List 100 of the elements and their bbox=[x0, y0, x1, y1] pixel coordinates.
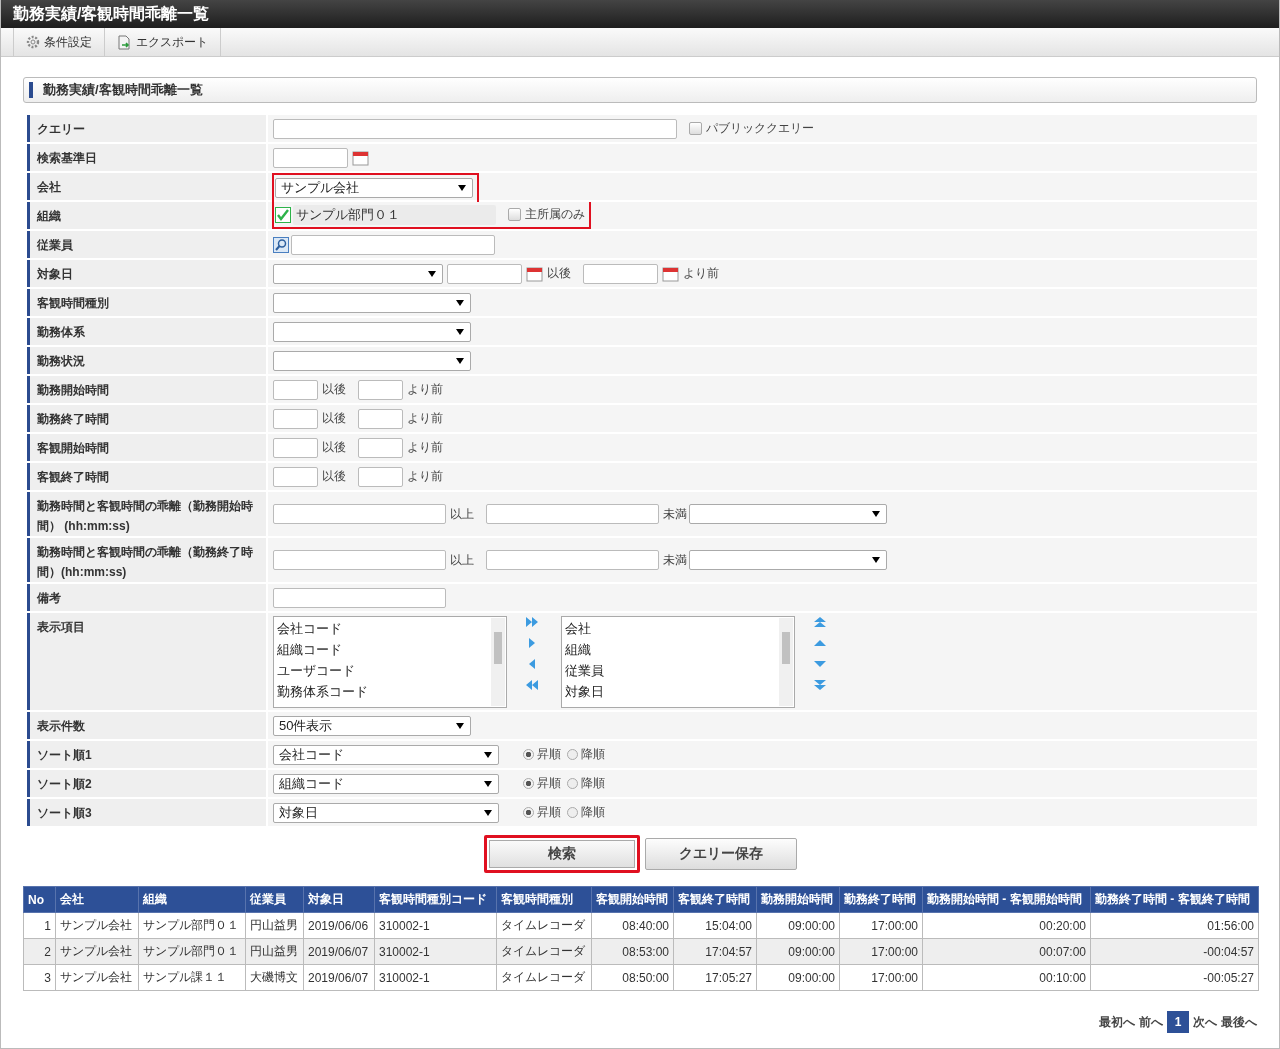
radio-button[interactable] bbox=[567, 778, 578, 789]
pagination-link[interactable]: 最後へ bbox=[1221, 1013, 1257, 1031]
list-item[interactable]: 勤務体系コード bbox=[277, 681, 490, 702]
table-cell: 08:40:00 bbox=[591, 912, 674, 939]
calendar-icon[interactable] bbox=[526, 265, 543, 282]
range-label: 以後 bbox=[322, 381, 346, 398]
time-field[interactable] bbox=[273, 466, 318, 487]
date-field[interactable] bbox=[447, 263, 522, 284]
action-button[interactable]: クエリー保存 bbox=[644, 838, 797, 870]
radio-button[interactable] bbox=[523, 749, 534, 760]
page-number[interactable]: 1 bbox=[1167, 1011, 1189, 1033]
time-field[interactable] bbox=[273, 408, 318, 429]
table-cell: 09:00:00 bbox=[756, 938, 840, 965]
column-header: 会社 bbox=[55, 886, 139, 913]
list-item[interactable]: 従業員 bbox=[565, 660, 778, 681]
organization-field: サンプル部門０１ bbox=[293, 204, 496, 225]
double-up-arrow-icon[interactable] bbox=[813, 616, 827, 628]
dropdown[interactable]: サンプル会社 bbox=[275, 177, 473, 198]
column-header: 組織 bbox=[138, 886, 246, 913]
checkbox[interactable] bbox=[275, 206, 291, 223]
radio-label: 降順 bbox=[581, 775, 605, 792]
field-label: クエリー bbox=[37, 121, 86, 138]
dropdown[interactable]: 50件表示 bbox=[273, 715, 471, 736]
toolbar-button[interactable]: 条件設定 bbox=[13, 28, 104, 56]
table-cell: サンプル会社 bbox=[55, 964, 139, 991]
table-cell: 円山益男 bbox=[245, 912, 304, 939]
list-item[interactable]: 会社 bbox=[565, 618, 778, 639]
radio-button[interactable] bbox=[523, 807, 534, 818]
list-box[interactable]: 会社コード 組織コード ユーザコード 勤務体系コード bbox=[273, 616, 507, 708]
pagination-link[interactable]: 最初へ bbox=[1099, 1013, 1135, 1031]
time-field[interactable] bbox=[273, 379, 318, 400]
double-right-arrow-icon[interactable] bbox=[525, 616, 539, 628]
scrollbar[interactable] bbox=[779, 618, 793, 706]
up-arrow-icon[interactable] bbox=[813, 637, 827, 649]
dropdown[interactable] bbox=[689, 550, 887, 570]
list-item[interactable]: 組織コード bbox=[277, 639, 490, 660]
date-field[interactable] bbox=[583, 263, 658, 284]
dropdown[interactable]: 会社コード bbox=[273, 744, 499, 765]
table-cell: 2019/06/07 bbox=[303, 964, 375, 991]
input-field[interactable] bbox=[273, 550, 446, 570]
list-item[interactable]: 対象日 bbox=[565, 681, 778, 702]
column-header: 従業員 bbox=[245, 886, 304, 913]
field-label: ソート順2 bbox=[37, 776, 93, 793]
input-field[interactable] bbox=[486, 504, 659, 524]
list-item[interactable]: 組織 bbox=[565, 639, 778, 660]
table-cell: 2019/06/07 bbox=[303, 938, 375, 965]
dropdown[interactable]: 組織コード bbox=[273, 773, 499, 794]
list-item[interactable]: ユーザコード bbox=[277, 660, 490, 681]
input-field[interactable] bbox=[273, 118, 677, 139]
down-arrow-icon[interactable] bbox=[813, 658, 827, 670]
input-field[interactable] bbox=[291, 234, 495, 255]
radio-button[interactable] bbox=[523, 778, 534, 789]
table-cell: サンプル部門０１ bbox=[138, 938, 246, 965]
search-icon[interactable] bbox=[273, 236, 289, 253]
checkbox[interactable] bbox=[689, 122, 702, 135]
dropdown[interactable] bbox=[273, 350, 471, 371]
calendar-icon[interactable] bbox=[352, 149, 369, 166]
document-arrow-icon bbox=[117, 34, 132, 50]
date-field[interactable] bbox=[273, 147, 348, 168]
dropdown[interactable] bbox=[689, 504, 887, 524]
radio-button[interactable] bbox=[567, 807, 578, 818]
scrollbar[interactable] bbox=[491, 618, 505, 706]
double-down-arrow-icon[interactable] bbox=[813, 679, 827, 691]
action-button[interactable]: 検索 bbox=[483, 835, 640, 873]
dropdown[interactable] bbox=[273, 321, 471, 342]
toolbar-button[interactable]: エクスポート bbox=[104, 28, 221, 56]
field-label: 対象日 bbox=[37, 266, 74, 283]
time-field[interactable] bbox=[358, 379, 403, 400]
column-header: 客観開始時間 bbox=[591, 886, 674, 913]
dropdown[interactable]: 対象日 bbox=[273, 802, 499, 823]
input-field[interactable] bbox=[273, 504, 446, 524]
dropdown[interactable] bbox=[273, 263, 443, 284]
time-field[interactable] bbox=[273, 437, 318, 458]
input-field[interactable] bbox=[273, 587, 446, 608]
settings-icon bbox=[26, 35, 40, 49]
pagination-link[interactable]: 前へ bbox=[1139, 1013, 1163, 1031]
table-cell: サンプル会社 bbox=[55, 938, 139, 965]
radio-button[interactable] bbox=[567, 749, 578, 760]
range-label: 未満 bbox=[663, 505, 687, 523]
time-field[interactable] bbox=[358, 437, 403, 458]
double-left-arrow-icon[interactable] bbox=[525, 679, 539, 691]
pagination-link[interactable]: 次へ bbox=[1193, 1013, 1217, 1031]
table-cell: 310002-1 bbox=[374, 964, 497, 991]
range-label: 以上 bbox=[450, 505, 474, 523]
caret-icon bbox=[484, 809, 492, 816]
list-box[interactable]: 会社 組織 従業員 対象日 bbox=[561, 616, 795, 708]
table-cell: 大磯博文 bbox=[245, 964, 304, 991]
dropdown[interactable] bbox=[273, 292, 471, 313]
table-cell: 17:00:00 bbox=[839, 938, 923, 965]
time-field[interactable] bbox=[358, 408, 403, 429]
field-label: 客観開始時間 bbox=[37, 440, 110, 457]
range-label: 未満 bbox=[663, 551, 687, 569]
checkbox[interactable] bbox=[508, 208, 521, 221]
list-item[interactable]: 会社コード bbox=[277, 618, 490, 639]
table-cell: 00:10:00 bbox=[922, 964, 1091, 991]
input-field[interactable] bbox=[486, 550, 659, 570]
table-cell: 1 bbox=[23, 912, 56, 939]
time-field[interactable] bbox=[358, 466, 403, 487]
calendar-icon[interactable] bbox=[662, 265, 679, 282]
table-cell: サンプル会社 bbox=[55, 912, 139, 939]
